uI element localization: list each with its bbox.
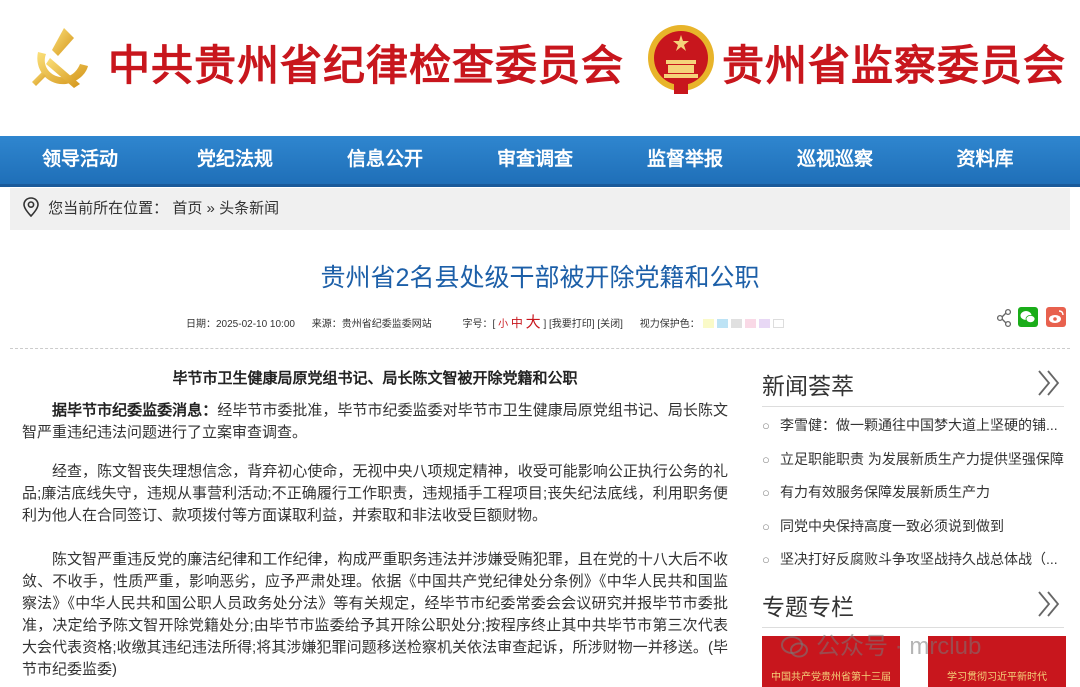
- news-link[interactable]: 李雪健：做一颗通往中国梦大道上坚硬的铺...: [780, 417, 1058, 433]
- list-item[interactable]: ○ 同党中央保持高度一致必须说到做到: [762, 515, 1066, 549]
- news-link[interactable]: 立足职能职责 为发展新质生产力提供坚强保障: [780, 451, 1064, 467]
- nav-item-library[interactable]: 资料库: [910, 136, 1060, 184]
- list-item[interactable]: ○ 李雪健：做一颗通往中国梦大道上坚硬的铺...: [762, 414, 1066, 448]
- eye-color-swatch-3[interactable]: [730, 319, 742, 328]
- breadcrumb-current-link[interactable]: 头条新闻: [219, 200, 279, 217]
- bullet-icon: ○: [762, 485, 770, 500]
- breadcrumb: 您当前所在位置： 首页 » 头条新闻: [10, 188, 1070, 230]
- close-button[interactable]: [关闭]: [597, 319, 623, 330]
- breadcrumb-prefix: 您当前所在位置：: [48, 200, 169, 217]
- eye-color-swatch-2[interactable]: [716, 319, 728, 328]
- eye-protection-label: 视力保护色：: [639, 319, 700, 330]
- font-size-label: 字号：[: [462, 319, 496, 330]
- news-digest-title: 新闻荟萃: [762, 373, 854, 399]
- double-chevron-right-icon[interactable]: [1036, 369, 1062, 397]
- main-nav: 领导活动 党纪法规 信息公开 审查调查 监督举报 巡视巡察 资料库: [0, 136, 1080, 184]
- list-item[interactable]: ○ 坚决打好反腐败斗争攻坚战持久战总体战（...: [762, 548, 1066, 582]
- print-button[interactable]: [我要打印]: [549, 319, 595, 330]
- article-meta: 日期：2025-02-10 10:00 来源：贵州省纪委监委网站 字号：[ 小 …: [186, 311, 787, 332]
- topic-banner-1-text: 中国共产党贵州省第十三届: [771, 672, 891, 683]
- topics-title: 专题专栏: [762, 594, 854, 620]
- weibo-share-icon[interactable]: [1046, 307, 1066, 327]
- bullet-icon: ○: [762, 451, 770, 467]
- wechat-watermark-icon: [781, 636, 808, 658]
- nav-item-report[interactable]: 监督举报: [610, 136, 760, 184]
- news-link[interactable]: 坚决打好反腐败斗争攻坚战持久战总体战（...: [780, 551, 1058, 567]
- ccdi-title: 中共贵州省纪律检查委员会: [108, 41, 625, 90]
- nav-item-regulations[interactable]: 党纪法规: [160, 136, 310, 184]
- article-source: 来源：贵州省纪委监委网站: [311, 319, 432, 330]
- font-small-button[interactable]: 小: [498, 319, 508, 330]
- topic-banner-2-text: 学习贯彻习近平新时代: [947, 672, 1047, 683]
- site-header: 中共贵州省纪律检查委员会 贵州省监察委员会: [0, 0, 1080, 136]
- supervision-commission-title: 贵州省监察委员会: [722, 41, 1067, 90]
- location-pin-icon: [23, 197, 39, 218]
- national-emblem-icon: [648, 25, 714, 94]
- nav-item-disclosure[interactable]: 信息公开: [310, 136, 460, 184]
- news-link[interactable]: 同党中央保持高度一致必须说到做到: [780, 518, 1004, 534]
- article-paragraph-2: 经查，陈文智丧失理想信念，背弃初心使命，无视中央八项规定精神，收受可能影响公正执…: [22, 463, 728, 524]
- article-divider: [10, 348, 1070, 349]
- list-item[interactable]: ○ 有力有效服务保障发展新质生产力: [762, 481, 1066, 515]
- news-list: ○ 李雪健：做一颗通往中国梦大道上坚硬的铺... ○ 立足职能职责 为发展新质生产力…: [762, 414, 1066, 582]
- party-emblem-icon: [32, 28, 88, 88]
- eye-color-swatch-5[interactable]: [758, 319, 770, 328]
- bullet-icon: ○: [762, 418, 770, 433]
- nav-item-investigation[interactable]: 审查调查: [460, 136, 610, 184]
- article-paragraph-3: 陈文智严重违反党的廉洁纪律和工作纪律，构成严重职务违法并涉嫌受贿犯罪，且在党的十…: [22, 551, 728, 678]
- bullet-icon: ○: [762, 552, 770, 567]
- news-lead: 据毕节市纪委监委消息：: [52, 402, 218, 419]
- nav-item-inspection[interactable]: 巡视巡察: [760, 136, 910, 184]
- font-medium-button[interactable]: 中: [511, 316, 523, 330]
- nav-item-leadership[interactable]: 领导活动: [0, 136, 160, 184]
- eye-color-swatch-1[interactable]: [702, 319, 714, 328]
- breadcrumb-home-link[interactable]: 首页: [172, 200, 202, 217]
- eye-color-swatch-6[interactable]: [772, 319, 784, 328]
- eye-color-swatch-4[interactable]: [744, 319, 756, 328]
- font-size-close: ]: [543, 319, 547, 330]
- wechat-share-icon[interactable]: [1018, 307, 1038, 327]
- bullet-icon: ○: [762, 518, 770, 534]
- list-item[interactable]: ○ 立足职能职责 为发展新质生产力提供坚强保障: [762, 448, 1066, 482]
- eye-color-swatches: [702, 319, 787, 330]
- article-subhead: 毕节市卫生健康局原党组书记、局长陈文智被开除党籍和公职: [172, 370, 578, 387]
- wechat-watermark: 公众号 · mrclub: [780, 626, 981, 661]
- breadcrumb-separator: »: [206, 200, 215, 217]
- article-date: 日期：2025-02-10 10:00: [186, 319, 295, 330]
- share-icon[interactable]: [996, 307, 1012, 329]
- watermark-text: 公众号 · mrclub: [816, 633, 982, 660]
- article-title: 贵州省2名县处级干部被开除党籍和公职: [320, 264, 760, 292]
- news-digest-rule: [762, 406, 1064, 407]
- article-paragraph-1: 据毕节市纪委监委消息：经毕节市委批准，毕节市纪委监委对毕节市卫生健康局原党组书记…: [22, 400, 728, 444]
- font-large-button[interactable]: 大: [526, 314, 541, 331]
- double-chevron-right-icon[interactable]: [1036, 590, 1062, 618]
- nav-divider: [0, 184, 1080, 187]
- news-link[interactable]: 有力有效服务保障发展新质生产力: [780, 484, 990, 500]
